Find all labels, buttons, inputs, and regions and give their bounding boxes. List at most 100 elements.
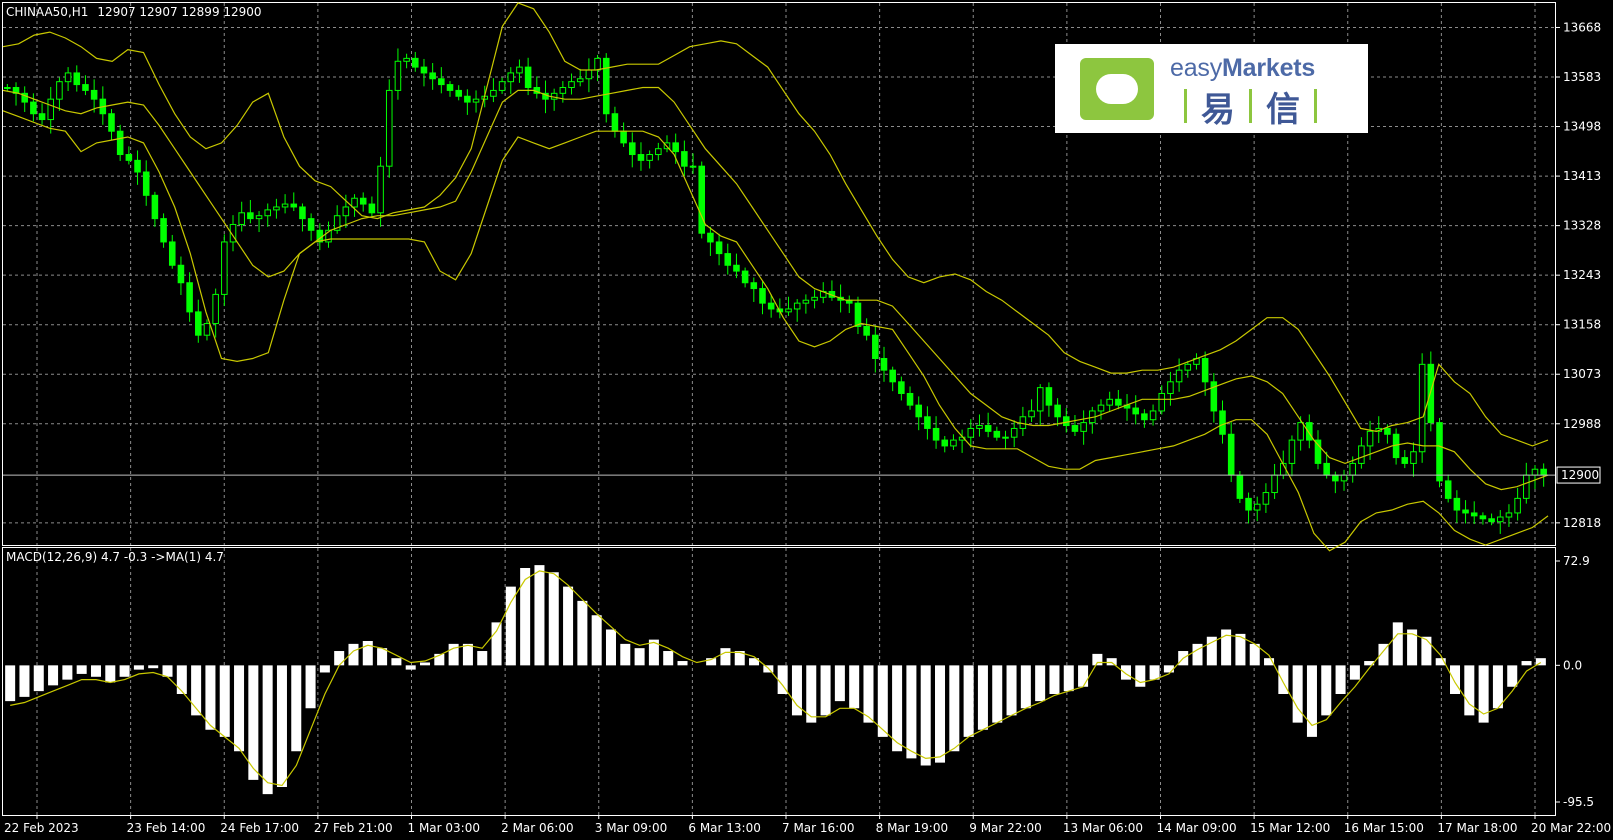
candle-body xyxy=(247,212,254,220)
candle-body xyxy=(880,358,888,371)
candle-body xyxy=(307,218,315,231)
candle-body xyxy=(689,165,697,168)
candle-body xyxy=(1010,427,1018,438)
candle-body xyxy=(1262,492,1270,505)
candle-body xyxy=(568,81,575,89)
macd-tick-label: -95.5 xyxy=(1563,795,1594,809)
candle-body xyxy=(507,72,515,83)
candle-body xyxy=(1219,410,1226,435)
candle-body xyxy=(1462,509,1469,514)
candle-body xyxy=(90,89,98,100)
candle-body xyxy=(1106,398,1113,406)
time-axis: 22 Feb 2023 23 Feb 14:00 24 Feb 17:00 27 Fe… xyxy=(4,815,1611,835)
time-tick-label: 20 Mar 22:00 xyxy=(1531,821,1611,835)
candle-body xyxy=(1505,512,1513,518)
candle-body xyxy=(385,89,393,167)
candle-body xyxy=(108,113,115,132)
candle-body xyxy=(1349,462,1356,476)
candle-body xyxy=(741,270,749,284)
candle-body xyxy=(715,241,723,255)
price-axis: 13668 13583 13498 13413 13328 13243 13158 13073… xyxy=(1555,20,1601,530)
candle-body xyxy=(281,203,289,208)
candle-body xyxy=(125,154,133,161)
candle-body xyxy=(559,87,567,94)
candle-body xyxy=(394,60,402,91)
candle-body xyxy=(195,311,202,336)
candle-body xyxy=(1071,425,1079,432)
candle-body xyxy=(498,81,506,91)
current-price-marker: 12900 xyxy=(1556,466,1601,484)
time-tick-label: 23 Feb 14:00 xyxy=(127,821,206,835)
candle-body xyxy=(255,215,263,220)
macd-axis: 72.9 0.0 -95.5 xyxy=(1555,554,1594,809)
candle-body xyxy=(186,282,193,313)
price-tick-label: 13243 xyxy=(1563,268,1601,282)
candle-body xyxy=(967,427,975,438)
candle-body xyxy=(611,113,619,132)
candle-body xyxy=(203,323,211,336)
candle-body xyxy=(524,66,532,89)
candle-body xyxy=(1132,407,1139,415)
candle-body xyxy=(1175,369,1183,383)
time-tick-label: 17 Mar 18:00 xyxy=(1437,821,1517,835)
candle-body xyxy=(4,87,11,90)
candle-body xyxy=(1236,474,1244,499)
candle-body xyxy=(993,430,1001,438)
candle-body xyxy=(1427,363,1435,424)
candle-body xyxy=(446,84,454,91)
candle-body xyxy=(1158,392,1166,412)
time-tick-label: 15 Mar 12:00 xyxy=(1250,821,1330,835)
price-tick-label: 13413 xyxy=(1563,169,1601,183)
price-chart[interactable]: 13668 13583 13498 13413 13328 13243 13158 13073… xyxy=(0,0,1613,840)
candle-body xyxy=(438,78,445,86)
candle-body xyxy=(1384,427,1391,435)
candle-body xyxy=(1531,468,1539,476)
candle-body xyxy=(82,84,89,91)
time-tick-label: 13 Mar 06:00 xyxy=(1063,821,1143,835)
candle-body xyxy=(151,194,159,220)
bollinger-lower xyxy=(2,110,1549,552)
candle-body xyxy=(620,130,627,144)
candle-body xyxy=(429,72,436,80)
candle-body xyxy=(1141,413,1148,421)
time-tick-label: 9 Mar 22:00 xyxy=(969,821,1042,835)
candle-body xyxy=(637,154,645,161)
symbol-label: CHINAA50,H1 12907 12907 12899 12900 xyxy=(6,5,262,19)
candle-body xyxy=(1470,512,1478,517)
candle-body xyxy=(1288,439,1296,464)
candle-body xyxy=(238,212,245,225)
logo-brand: easyMarkets xyxy=(1170,54,1316,82)
candle-body xyxy=(490,89,497,97)
candle-body xyxy=(1227,433,1235,476)
candle-body xyxy=(1149,410,1157,421)
candle-body xyxy=(1271,474,1278,494)
candle-body xyxy=(1358,445,1365,464)
candle-body xyxy=(1115,398,1122,406)
candle-body xyxy=(212,293,219,325)
candle-body xyxy=(585,69,593,80)
candle-body xyxy=(1002,436,1009,439)
candle-body xyxy=(1496,516,1504,523)
candle-body xyxy=(1401,457,1409,464)
candle-body xyxy=(368,203,376,214)
price-tick-label: 12818 xyxy=(1563,516,1601,530)
candle-body xyxy=(750,282,758,290)
price-tick-label: 13583 xyxy=(1563,70,1601,84)
candle-body xyxy=(724,253,732,266)
price-tick-label: 13158 xyxy=(1563,318,1601,332)
candle-body xyxy=(290,203,298,208)
candle-body xyxy=(464,95,471,103)
candle-body xyxy=(941,439,949,447)
current-price-label: 12900 xyxy=(1561,468,1599,482)
price-tick-label: 13668 xyxy=(1563,20,1601,34)
candle-body xyxy=(1045,387,1053,406)
candle-body xyxy=(872,334,879,360)
candle-body xyxy=(1314,439,1322,464)
candle-body xyxy=(377,165,384,214)
candle-body xyxy=(932,427,940,441)
time-tick-label: 14 Mar 09:00 xyxy=(1157,821,1237,835)
candle-body xyxy=(342,206,350,217)
candle-body xyxy=(802,299,810,304)
logo-chinese: 易信 xyxy=(1170,84,1331,130)
candle-body xyxy=(1054,404,1061,418)
